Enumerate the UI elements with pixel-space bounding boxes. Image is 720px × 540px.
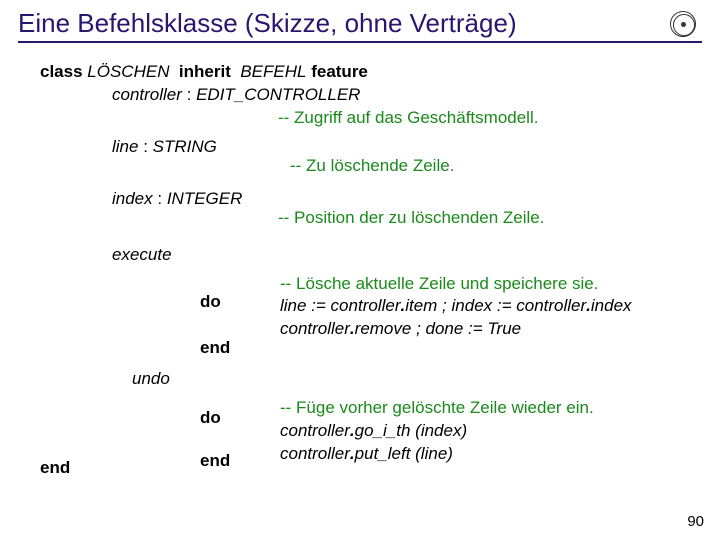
- controller-name: controller: [112, 85, 182, 104]
- kw-do: do: [200, 407, 280, 430]
- kw-end: end: [200, 337, 280, 360]
- comment-text: -- Zu löschende Zeile.: [290, 156, 454, 175]
- colon: :: [182, 85, 196, 104]
- page-title: Eine Befehlsklasse (Skizze, ohne Verträg…: [18, 8, 670, 39]
- logo-icon: [670, 11, 696, 37]
- class-decl-line: class LÖSCHEN inherit BEFEHL feature: [40, 61, 690, 84]
- comment-text: -- Position der zu löschenden Zeile.: [278, 208, 544, 227]
- index-type: INTEGER: [167, 189, 243, 208]
- kw-do: do: [200, 291, 280, 314]
- colon: :: [138, 137, 152, 156]
- controller-decl: controller : EDIT_CONTROLLER: [40, 84, 690, 107]
- line-name: line: [112, 137, 138, 156]
- execute-name: execute: [112, 245, 172, 264]
- execute-comment: -- Lösche aktuelle Zeile und speichere s…: [280, 273, 632, 296]
- kw-feature: feature: [311, 62, 368, 81]
- kw-inherit: inherit: [179, 62, 231, 81]
- controller-comment: -- Zugriff auf das Geschäftsmodell.: [40, 107, 690, 130]
- page-number: 90: [687, 513, 704, 530]
- execute-decl: execute: [40, 244, 690, 267]
- execute-body-line1: line := controller.item ; index := contr…: [280, 295, 632, 318]
- execute-body-line2: controller.remove ; done := True: [280, 318, 632, 341]
- controller-type: EDIT_CONTROLLER: [196, 85, 360, 104]
- code-block: class LÖSCHEN inherit BEFEHL feature con…: [0, 43, 720, 480]
- undo-name: undo: [132, 369, 170, 388]
- undo-body-line2: controller.put_left (line): [280, 443, 594, 466]
- parent-class: BEFEHL: [240, 62, 306, 81]
- line-type: STRING: [153, 137, 217, 156]
- colon: :: [153, 189, 167, 208]
- undo-decl: undo: [40, 368, 690, 391]
- class-name: LÖSCHEN: [87, 62, 169, 81]
- undo-body-line1: controller.go_i_th (index): [280, 420, 594, 443]
- comment-text: -- Zugriff auf das Geschäftsmodell.: [278, 108, 538, 127]
- kw-end: end: [200, 450, 280, 473]
- kw-class: class: [40, 62, 83, 81]
- undo-comment: -- Füge vorher gelöschte Zeile wieder ei…: [280, 397, 594, 420]
- index-name: index: [112, 189, 153, 208]
